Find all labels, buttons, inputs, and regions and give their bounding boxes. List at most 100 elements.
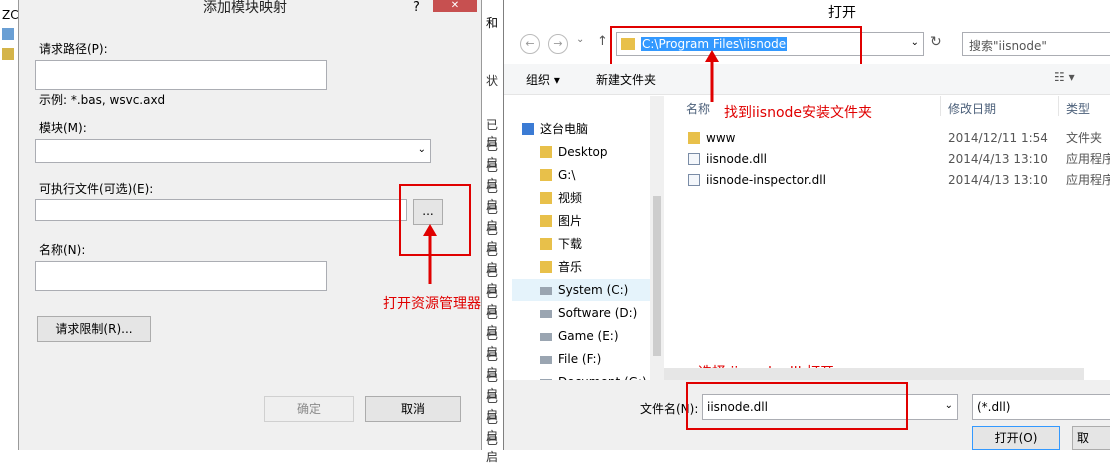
up-icon[interactable]: ↑ <box>597 34 608 49</box>
folder-icon <box>688 132 700 144</box>
executable-label: 可执行文件(可选)(E): <box>39 182 154 196</box>
column-header-type[interactable]: 类型 <box>1066 100 1090 117</box>
tree-item[interactable]: Game (E:) <box>512 325 658 347</box>
dialog-cancel-button[interactable]: 取 <box>1072 426 1110 450</box>
navigation-pane: 这台电脑 Desktop G:\ 视频图片下载音乐 System (C:) Softwar… <box>504 96 666 389</box>
background-status-header: 状 <box>486 74 499 88</box>
forward-icon[interactable]: → <box>548 34 568 54</box>
tree-item[interactable]: Software (D:) <box>512 302 658 324</box>
tree-item-label: File (F:) <box>558 352 602 366</box>
toolbar: 组织 ▾ 新建文件夹 ☷ ▾ <box>504 64 1110 95</box>
tree-item[interactable]: 视频 <box>512 187 658 209</box>
drive-icon <box>540 310 552 318</box>
folder-icon <box>540 261 552 273</box>
folder-icon <box>540 192 552 204</box>
file-list: www 2014/12/11 1:54 文件夹 iisnode.dll 2014/4/1… <box>684 128 1110 208</box>
background-title: ZC <box>2 8 19 22</box>
tree-item-label: System (C:) <box>558 283 629 297</box>
file-date: 2014/4/13 13:10 <box>948 152 1048 166</box>
column-divider <box>940 96 941 116</box>
drive-icon <box>540 287 552 295</box>
tree-item[interactable]: 下载 <box>512 233 658 255</box>
file-row[interactable]: www 2014/12/11 1:54 文件夹 <box>684 128 1104 148</box>
organize-button[interactable]: 组织 ▾ <box>526 71 560 88</box>
folder-icon <box>540 215 552 227</box>
file-date: 2014/12/11 1:54 <box>948 131 1048 145</box>
tree-item-label: 视频 <box>558 191 583 205</box>
search-input[interactable]: 搜索"iisnode" <box>962 32 1110 56</box>
background-row: 已启 <box>486 433 499 464</box>
folder-icon <box>540 146 552 158</box>
request-path-input[interactable] <box>35 60 327 90</box>
dialog-title: 添加模块映射 <box>203 0 287 16</box>
open-file-dialog: 打开 ← → ⌄ ↑ C:\Program Files\iisnode ⌄ ↻ … <box>503 0 1110 450</box>
cancel-button[interactable]: 取消 <box>365 396 461 422</box>
file-type: 应用程序 <box>1066 152 1110 166</box>
dll-icon <box>688 153 700 165</box>
file-row[interactable]: iisnode-inspector.dll 2014/4/13 13:10 应用程序 <box>684 170 1110 190</box>
view-options-icon[interactable]: ☷ ▾ <box>1054 70 1075 84</box>
tree-item[interactable]: System (C:) <box>512 279 658 301</box>
title-bar: 打开 <box>504 0 1110 22</box>
column-header-name[interactable]: 名称 <box>686 100 710 117</box>
file-type-filter[interactable]: (*.dll) <box>972 394 1110 420</box>
tree-item[interactable]: 音乐 <box>512 256 658 278</box>
highlight-box <box>686 382 908 430</box>
tree-item-label: Desktop <box>558 145 608 159</box>
tree-item-label: 下载 <box>558 237 583 251</box>
open-button[interactable]: 打开(O) <box>972 426 1060 450</box>
annotation-arrow <box>423 224 437 284</box>
drive-icon <box>540 356 552 364</box>
search-placeholder: 搜索"iisnode" <box>969 39 1047 53</box>
file-type: 应用程序 <box>1066 173 1110 187</box>
tree-item[interactable]: Desktop <box>512 141 658 163</box>
horizontal-scrollbar[interactable] <box>664 368 1084 380</box>
file-date: 2014/4/13 13:10 <box>948 173 1048 187</box>
help-button[interactable]: ? <box>413 0 420 15</box>
annotation-find-folder: 找到iisnode安装文件夹 <box>724 105 873 121</box>
folder-icon <box>540 238 552 250</box>
app-icon <box>2 48 14 60</box>
scrollbar-thumb[interactable] <box>653 196 661 356</box>
tree-scrollbar[interactable] <box>650 96 664 380</box>
tree-item[interactable]: G:\ <box>512 164 658 186</box>
tree-item-label: Game (E:) <box>558 329 619 343</box>
tree-item[interactable]: File (F:) <box>512 348 658 370</box>
chevron-down-icon[interactable]: ⌄ <box>945 400 953 411</box>
annotation-open-explorer: 打开资源管理器 <box>383 296 481 312</box>
tree-item[interactable]: 这台电脑 <box>494 118 640 140</box>
tree-item-label: 这台电脑 <box>540 122 589 136</box>
close-button[interactable]: ✕ <box>433 0 477 12</box>
dll-icon <box>688 174 700 186</box>
chevron-down-icon: ⌄ <box>417 144 426 155</box>
request-restrictions-button[interactable]: 请求限制(R)... <box>37 316 151 342</box>
column-header-date[interactable]: 修改日期 <box>948 100 996 117</box>
back-icon[interactable]: ← <box>520 34 540 54</box>
column-divider <box>1058 96 1059 116</box>
refresh-icon[interactable]: ↻ <box>930 34 942 50</box>
file-row[interactable]: iisnode.dll 2014/4/13 13:10 应用程序 <box>684 149 1110 169</box>
name-input[interactable] <box>35 261 327 291</box>
file-name: www <box>706 131 736 145</box>
example-text: 示例: *.bas, wsvc.axd <box>39 93 166 107</box>
bottom-panel: 文件名(N): iisnode.dll ⌄ (*.dll) 打开(O) 取 <box>504 380 1110 450</box>
add-module-mapping-dialog: 添加模块映射 ? ✕ 请求路径(P): 示例: *.bas, wsvc.axd … <box>18 0 482 450</box>
computer-icon <box>522 123 534 135</box>
tree-item-label: 音乐 <box>558 260 583 274</box>
tree-item[interactable]: 图片 <box>512 210 658 232</box>
recent-dropdown-icon[interactable]: ⌄ <box>576 34 584 45</box>
tree-item-label: 图片 <box>558 214 583 228</box>
dialog-title: 打开 <box>828 5 856 21</box>
module-select[interactable]: ⌄ <box>35 139 431 163</box>
new-folder-button[interactable]: 新建文件夹 <box>596 71 656 88</box>
ok-button[interactable]: 确定 <box>264 396 354 422</box>
file-type: 文件夹 <box>1066 131 1103 145</box>
name-label: 名称(N): <box>39 243 86 257</box>
chevron-down-icon[interactable]: ⌄ <box>911 37 919 48</box>
filter-value: (*.dll) <box>977 400 1011 414</box>
tree-item-label: G:\ <box>558 168 576 182</box>
background-heading: 和 <box>486 16 499 30</box>
executable-input[interactable] <box>35 199 407 221</box>
drive-icon <box>540 333 552 341</box>
tree-item-label: Software (D:) <box>558 306 638 320</box>
